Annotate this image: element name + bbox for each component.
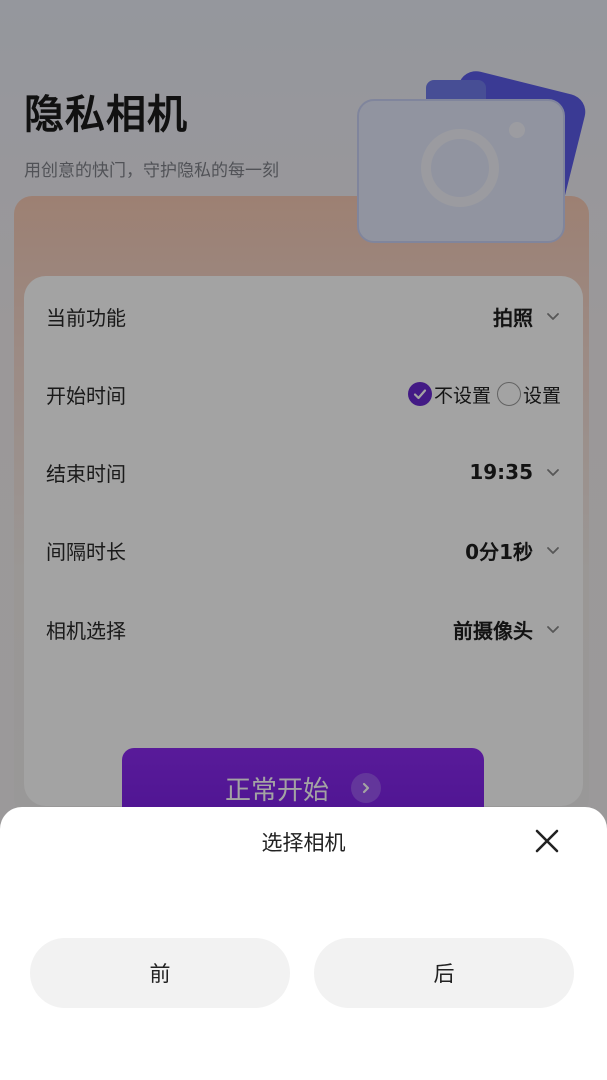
rear-camera-button[interactable]: 后	[314, 938, 574, 1008]
camera-select-sheet: 选择相机 前 后	[0, 807, 607, 1080]
front-camera-button[interactable]: 前	[30, 938, 290, 1008]
sheet-title: 选择相机	[261, 831, 346, 855]
close-icon[interactable]	[533, 827, 561, 855]
